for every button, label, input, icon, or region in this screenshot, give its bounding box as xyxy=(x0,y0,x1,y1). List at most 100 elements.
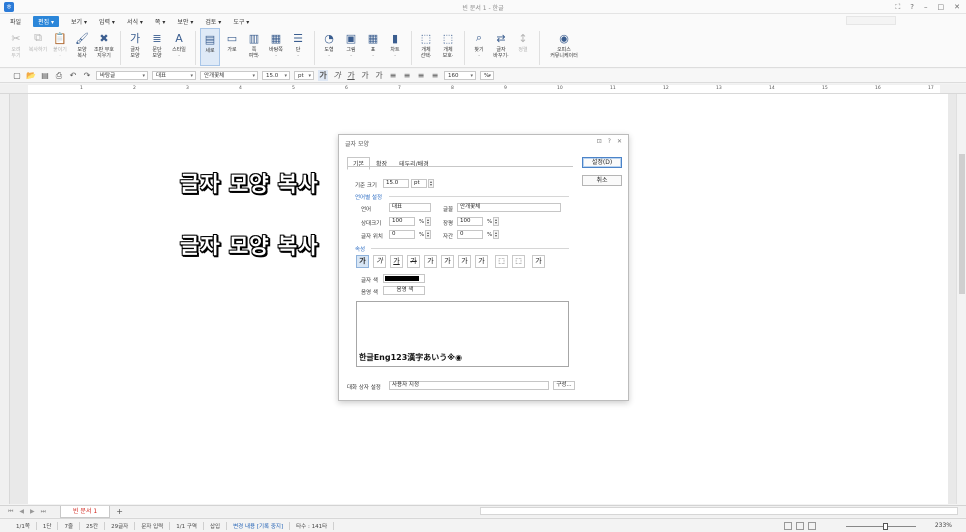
zoom-slider-knob[interactable] xyxy=(883,523,888,530)
add-tab-button[interactable]: + xyxy=(116,507,123,516)
open-icon[interactable]: 📂 xyxy=(26,71,36,80)
clear-format-button[interactable]: ✖ 조판 부호 지우기 xyxy=(94,28,114,66)
bold-icon[interactable]: 가 xyxy=(318,70,328,81)
base-size-unit[interactable]: pt xyxy=(411,179,427,188)
font-unit-select[interactable]: pt xyxy=(294,71,314,80)
table-button[interactable]: ▦ 표 · xyxy=(363,28,383,66)
format-copy-button[interactable]: 🖌 모양 복사 xyxy=(72,28,92,66)
window-control-4[interactable]: ✕ xyxy=(954,3,960,12)
dialog-tab-0[interactable]: 기본 xyxy=(347,157,371,170)
tab-prev-icon[interactable]: ◀ xyxy=(19,508,24,516)
tab-first-icon[interactable]: ⏮ xyxy=(8,508,13,516)
spacing-spinner[interactable]: ▴ ▾ xyxy=(493,230,499,239)
attr-button-8[interactable]: ⬚ xyxy=(495,255,508,268)
margin-button[interactable]: ▥ 쪽 여백· xyxy=(244,28,264,66)
underline-icon[interactable]: 가 xyxy=(346,70,356,81)
menu-item-7[interactable]: 검토 ▾ xyxy=(205,17,221,26)
status-item-4[interactable]: 29글자 xyxy=(105,521,136,530)
attr-button-6[interactable]: 가 xyxy=(458,255,471,268)
status-item-6[interactable]: 1/1 구역 xyxy=(170,521,204,530)
menu-item-6[interactable]: 보안 ▾ xyxy=(177,17,193,26)
zoom-level[interactable]: 233% xyxy=(935,522,952,529)
document-text-line[interactable]: 글자 모양 복사 xyxy=(180,168,319,198)
window-control-0[interactable]: ⛶ xyxy=(895,3,900,12)
horizontal-scrollbar[interactable] xyxy=(480,507,958,515)
zoom-slider[interactable] xyxy=(846,526,916,527)
web-view-icon[interactable] xyxy=(808,522,816,530)
paste-button[interactable]: 📋 붙이기 · xyxy=(50,28,70,66)
italic-icon[interactable]: 가 xyxy=(332,70,342,81)
help-search-input[interactable] xyxy=(846,16,896,25)
status-item-1[interactable]: 1단 xyxy=(37,521,59,530)
shape-button[interactable]: ◔ 도형 · xyxy=(319,28,339,66)
column-button[interactable]: ☰ 단 · xyxy=(288,28,308,66)
vertical-button[interactable]: ▤ 세로 xyxy=(200,28,220,66)
rel-size-input[interactable]: 100 xyxy=(389,217,415,226)
font-color-icon[interactable]: 가 xyxy=(360,70,370,81)
font-name-select[interactable]: 안개꽃체 xyxy=(457,203,561,212)
status-item-5[interactable]: 문자 입력 xyxy=(135,521,171,530)
shade-color-select[interactable]: 음영 색 xyxy=(383,286,425,295)
undo-icon[interactable]: ↶ xyxy=(68,71,78,80)
highlight-icon[interactable]: 가 xyxy=(374,70,384,81)
base-size-spinner[interactable]: ▴ ▾ xyxy=(428,179,434,188)
copy-button[interactable]: ⧉ 복사하기 xyxy=(28,28,48,66)
spacing-input[interactable]: 0 xyxy=(457,230,483,239)
page-view-icon[interactable] xyxy=(784,522,792,530)
width-spinner[interactable]: ▴ ▾ xyxy=(493,217,499,226)
find-button[interactable]: ⌕ 찾기 · xyxy=(469,28,489,66)
sort-button[interactable]: ↕ 정렬 xyxy=(513,28,533,66)
tab-last-icon[interactable]: ⏭ xyxy=(41,508,46,516)
font-select[interactable]: 안개꽃체 xyxy=(200,71,258,80)
cancel-button[interactable]: 취소 xyxy=(582,175,622,186)
dialog-tab-1[interactable]: 확장 xyxy=(370,157,393,170)
char-shape-button[interactable]: 가 글자 모양 xyxy=(125,28,145,66)
horizontal-ruler[interactable]: 1 2 3 4 5 6 7 8 9 10 11 12 13 14 15 16 17 xyxy=(0,84,966,94)
preset-select[interactable]: 사용자 지정 xyxy=(389,381,549,390)
align-left-icon[interactable]: ≡ xyxy=(388,71,398,80)
language-select[interactable]: 대표 xyxy=(152,71,196,80)
line-spacing-unit[interactable]: % xyxy=(480,71,494,80)
office-connector-button[interactable]: ◉ 오피스 커뮤니케이터 xyxy=(544,28,584,66)
dialog-tab-2[interactable]: 테두리/배경 xyxy=(393,157,435,170)
status-item-9[interactable]: 타수 : 141타 xyxy=(290,521,335,530)
menu-item-8[interactable]: 도구 ▾ xyxy=(233,17,249,26)
attr-button-9[interactable]: ⬚ xyxy=(512,255,525,268)
save-icon[interactable]: ▤ xyxy=(40,71,50,80)
pos-input[interactable]: 0 xyxy=(389,230,415,239)
window-control-2[interactable]: – xyxy=(924,3,928,12)
status-item-2[interactable]: 7줄 xyxy=(58,521,81,530)
vertical-ruler[interactable] xyxy=(0,94,10,504)
para-shape-button[interactable]: ≣ 문단 모양 xyxy=(147,28,167,66)
attr-button-2[interactable]: 가 xyxy=(390,255,403,268)
redo-icon[interactable]: ↷ xyxy=(82,71,92,80)
outline-view-icon[interactable] xyxy=(796,522,804,530)
attr-button-1[interactable]: 가 xyxy=(373,255,386,268)
attr-button-7[interactable]: 가 xyxy=(475,255,488,268)
chart-button[interactable]: ▮ 차트 · xyxy=(385,28,405,66)
tab-next-icon[interactable]: ▶ xyxy=(30,508,35,516)
pos-spinner[interactable]: ▴ ▾ xyxy=(425,230,431,239)
rel-size-spinner[interactable]: ▴ ▾ xyxy=(425,217,431,226)
dialog-help-icon[interactable]: ? xyxy=(608,138,611,145)
width-input[interactable]: 100 xyxy=(457,217,483,226)
line-spacing-input[interactable]: 160 xyxy=(444,71,476,80)
vertical-scrollbar[interactable] xyxy=(956,94,966,504)
new-doc-icon[interactable]: ▢ xyxy=(12,71,22,80)
align-justify-icon[interactable]: ≡ xyxy=(430,71,440,80)
status-item-3[interactable]: 25칸 xyxy=(80,521,106,530)
attr-button-10[interactable]: 가 xyxy=(532,255,545,268)
attr-button-0[interactable]: 가 xyxy=(356,255,369,268)
window-control-1[interactable]: ? xyxy=(910,3,914,12)
ok-button[interactable]: 설정(D) xyxy=(582,157,622,168)
lang-select[interactable]: 대표 xyxy=(389,203,431,212)
menu-item-0[interactable]: 파일 xyxy=(10,17,21,26)
status-item-0[interactable]: 1/1쪽 xyxy=(10,521,37,530)
picture-button[interactable]: ▣ 그림 · xyxy=(341,28,361,66)
menu-item-3[interactable]: 입력 ▾ xyxy=(99,17,115,26)
background-button[interactable]: ▦ 바탕쪽 · xyxy=(266,28,286,66)
status-item-8[interactable]: 변경 내용 [기록 중지] xyxy=(227,521,291,530)
replace-button[interactable]: ⇄ 글자 바꾸기· xyxy=(491,28,511,66)
window-control-3[interactable]: □ xyxy=(938,3,945,12)
align-right-icon[interactable]: ≡ xyxy=(416,71,426,80)
